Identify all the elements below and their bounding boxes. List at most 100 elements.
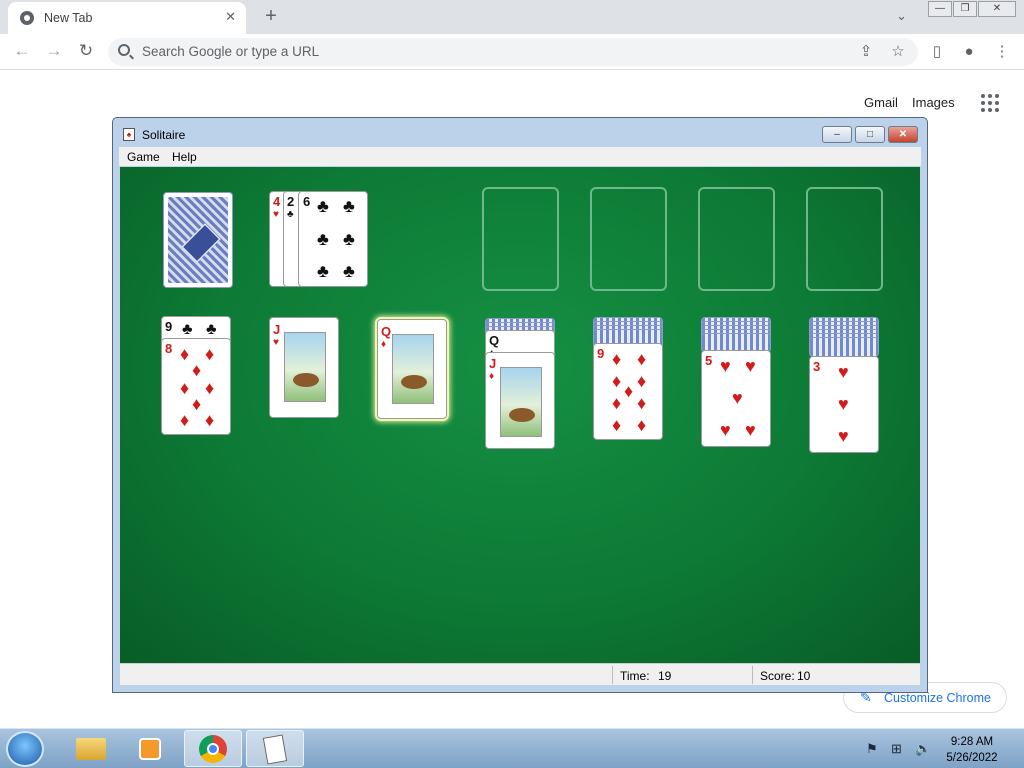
tableau-card[interactable]: 3 ♥ ♥ ♥ (809, 356, 879, 453)
tab-title: New Tab (44, 11, 93, 25)
card-pip: ♦ (612, 349, 622, 369)
card-rank: Q (489, 333, 500, 348)
tableau-card[interactable]: 9 ♦ ♦ ♦ ♦ ♦ ♦ ♦ ♦ ♦ (593, 343, 663, 440)
card-rank: Q (381, 324, 392, 339)
solitaire-close-button[interactable]: ✕ (888, 126, 918, 143)
card-rank: 8 (165, 341, 173, 356)
media-player-taskbar-icon[interactable] (122, 730, 180, 767)
card-pip: ♥ (732, 388, 743, 408)
volume-icon[interactable]: 🔈 (915, 741, 931, 757)
card-rank: 9 (165, 319, 173, 334)
foundation-slot[interactable] (698, 187, 775, 291)
tableau-card[interactable]: J ♦ (485, 352, 555, 449)
solitaire-app-icon: ♠ (123, 128, 135, 141)
foundation-slot[interactable] (590, 187, 667, 291)
card-pip: ♥ (745, 420, 756, 440)
time-value: 19 (658, 669, 672, 683)
status-divider (612, 666, 613, 684)
clock-date: 5/26/2022 (946, 752, 998, 764)
score-value: 10 (797, 669, 811, 683)
new-tab-button[interactable]: + (260, 5, 282, 28)
browser-toolbar: ← → ↻ Search Google or type a URL ⇪ ☆ ▯ … (0, 34, 1024, 70)
card-pip: ♣ (317, 261, 329, 281)
card-pip: ♥ (720, 420, 731, 440)
card-pip: ♦ (637, 349, 647, 369)
time-label: Time: (620, 669, 650, 683)
card-pip: ♦ (612, 415, 622, 435)
more-menu-icon[interactable]: ⋮ (992, 42, 1012, 62)
face-down-card (809, 337, 879, 357)
card-pip: ♣ (182, 321, 193, 338)
card-suit: ♥ (273, 209, 279, 220)
profile-avatar-icon[interactable]: ● (959, 42, 979, 62)
card-pip: ♦ (192, 360, 202, 380)
flag-icon[interactable]: ⚑ (866, 741, 878, 757)
card-pip: ♦ (205, 344, 215, 364)
card-pip: ♦ (205, 378, 215, 398)
card-pip: ♥ (838, 394, 849, 414)
reload-icon[interactable]: ↻ (75, 40, 97, 62)
share-icon[interactable]: ⇪ (856, 42, 876, 62)
waste-top-card[interactable]: 6 ♣ ♣ ♣ ♣ ♣ ♣ (298, 191, 368, 287)
card-pip: ♣ (206, 321, 217, 338)
window-close-button[interactable]: ✕ (978, 1, 1016, 17)
tab-new-tab[interactable]: New Tab ✕ (8, 2, 246, 34)
card-pip: ♦ (637, 371, 647, 391)
menu-game[interactable]: Game (127, 150, 160, 164)
card-pip: ♣ (317, 196, 329, 216)
search-icon (118, 44, 130, 56)
solitaire-minimize-button[interactable]: – (822, 126, 852, 143)
stock-pile[interactable] (163, 192, 233, 288)
card-pip: ♦ (205, 410, 215, 430)
gmail-link[interactable]: Gmail (864, 95, 898, 110)
clock-time: 9:28 AM (950, 736, 994, 748)
card-pip: ♦ (180, 378, 190, 398)
card-rank: 2 (287, 194, 295, 209)
tab-close-icon[interactable]: ✕ (225, 9, 236, 25)
omnibox[interactable]: Search Google or type a URL ⇪ ☆ (108, 38, 918, 66)
explorer-taskbar-icon[interactable] (62, 730, 120, 767)
solitaire-menubar: Game Help (119, 147, 921, 166)
card-pip: ♦ (637, 393, 647, 413)
tableau-card[interactable]: 5 ♥ ♥ ♥ ♥ ♥ (701, 350, 771, 447)
start-button-icon[interactable] (6, 731, 44, 767)
tab-search-chevron-icon[interactable]: ⌄ (896, 8, 907, 24)
card-suit: ♦ (381, 339, 387, 350)
solitaire-taskbar-icon[interactable] (246, 730, 304, 767)
tab-strip: New Tab ✕ + ⌄ — ❐ ✕ (0, 0, 1024, 34)
card-pip: ♦ (192, 394, 202, 414)
tableau-card[interactable]: 8 ♦ ♦ ♦ ♦ ♦ ♦ ♦ ♦ (161, 338, 231, 435)
card-suit: ♣ (287, 209, 294, 220)
google-apps-icon[interactable] (981, 94, 999, 112)
chrome-favicon-icon (20, 11, 34, 25)
solitaire-maximize-button[interactable]: □ (855, 126, 885, 143)
card-pip: ♣ (317, 229, 329, 249)
side-panel-icon[interactable]: ▯ (927, 42, 947, 62)
images-link[interactable]: Images (912, 95, 955, 110)
windows-taskbar: ⚑ ⊞ 🔈 9:28 AM 5/26/2022 (0, 728, 1024, 768)
tableau-card-selected[interactable]: Q ♦ (377, 319, 447, 419)
card-pip: ♦ (180, 344, 190, 364)
bookmark-star-icon[interactable]: ☆ (888, 42, 908, 62)
card-rank: 9 (597, 346, 605, 361)
game-board[interactable]: 4 ♥ 2 ♣ 6 ♣ ♣ ♣ ♣ ♣ ♣ 9 ♣ ♣ 8 ♦ ♦ ♦ ♦ ♦ … (120, 167, 920, 663)
network-icon[interactable]: ⊞ (891, 741, 902, 757)
taskbar-clock[interactable]: 9:28 AM 5/26/2022 (944, 734, 1000, 766)
back-icon[interactable]: ← (11, 40, 33, 62)
chrome-taskbar-icon[interactable] (184, 730, 242, 767)
jack-face-art (500, 367, 542, 437)
solitaire-titlebar[interactable]: ♠ Solitaire – □ ✕ (113, 118, 927, 148)
foundation-slot[interactable] (482, 187, 559, 291)
card-pip: ♥ (838, 362, 849, 382)
tableau-card[interactable]: J ♥ (269, 317, 339, 418)
queen-face-art (392, 334, 434, 404)
window-minimize-button[interactable]: — (928, 1, 952, 17)
forward-icon[interactable]: → (43, 40, 65, 62)
card-pip: ♥ (745, 356, 756, 376)
card-pip: ♣ (343, 229, 355, 249)
window-restore-button[interactable]: ❐ (953, 1, 977, 17)
foundation-slot[interactable] (806, 187, 883, 291)
omnibox-placeholder: Search Google or type a URL (142, 44, 320, 59)
menu-help[interactable]: Help (172, 150, 197, 164)
card-rank: 3 (813, 359, 821, 374)
